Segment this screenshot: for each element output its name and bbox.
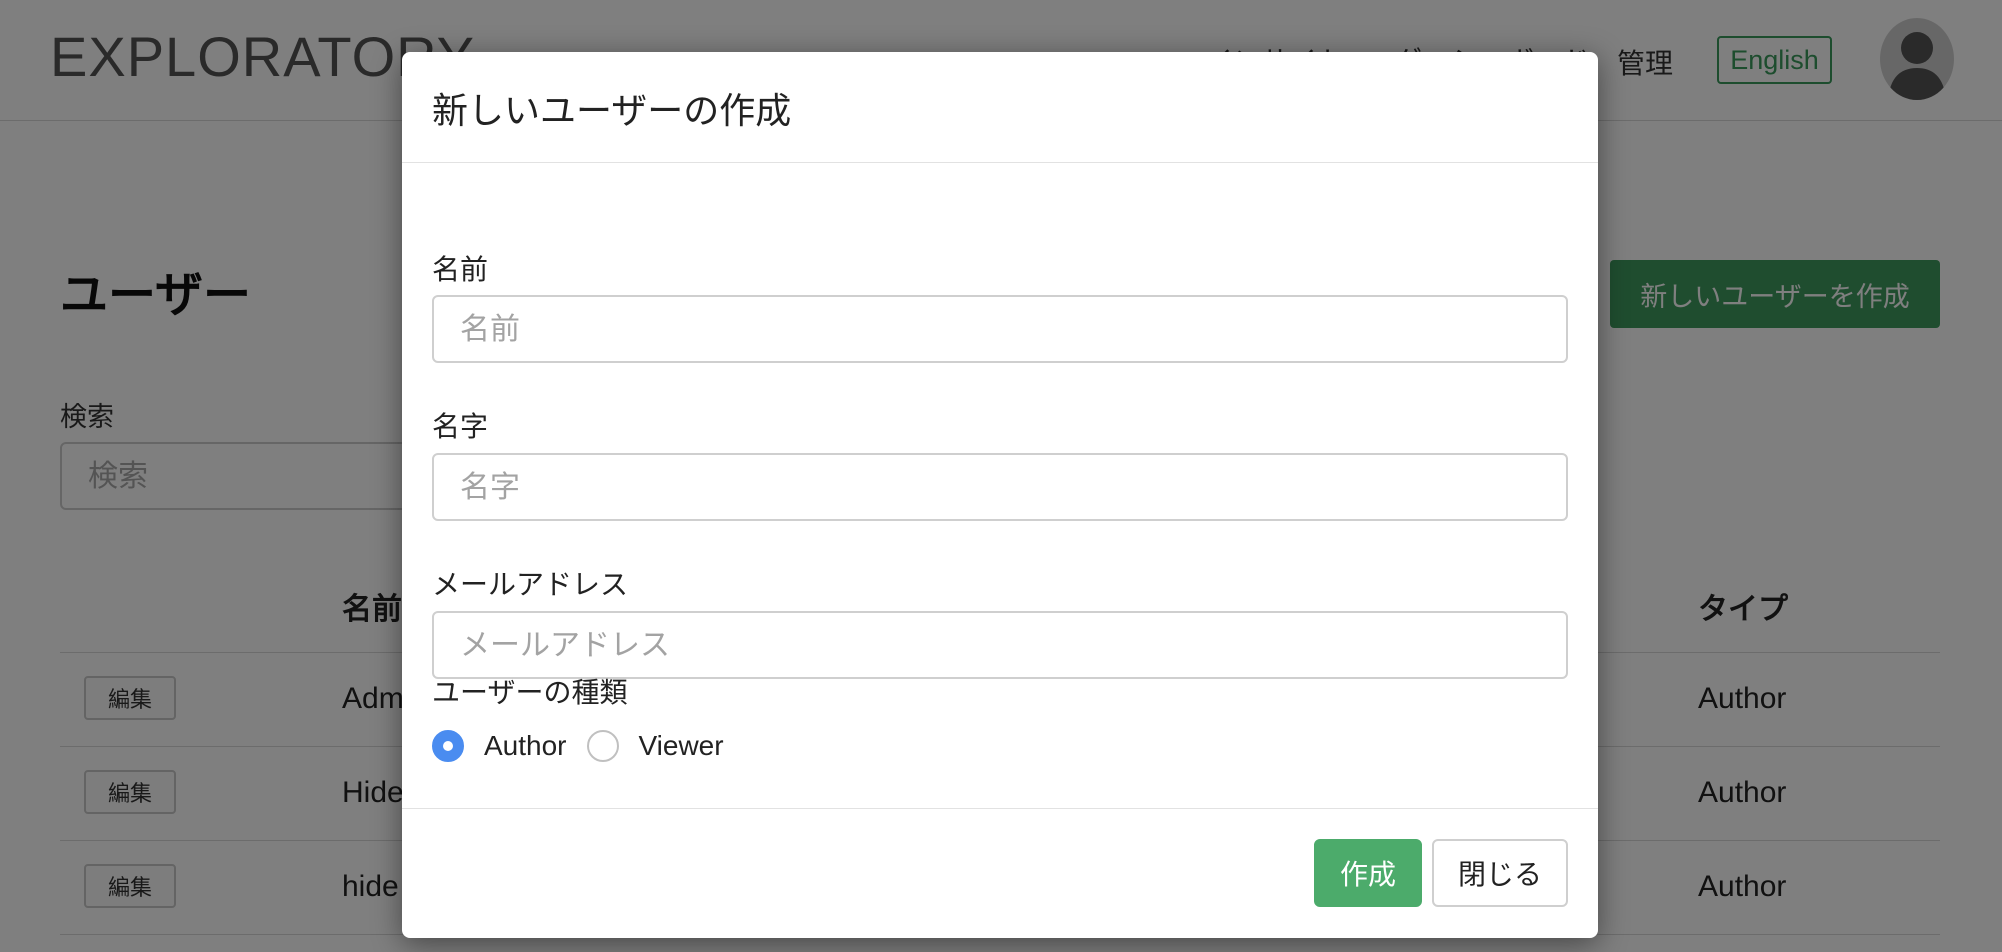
- author-radio-label[interactable]: Author: [484, 730, 567, 762]
- first-name-label: 名前: [432, 253, 489, 286]
- email-field[interactable]: [432, 611, 1568, 679]
- viewer-radio-label[interactable]: Viewer: [639, 730, 724, 762]
- modal-title: 新しいユーザーの作成: [432, 91, 792, 132]
- close-button[interactable]: 閉じる: [1432, 839, 1568, 907]
- modal-footer: 作成 閉じる: [402, 808, 1598, 938]
- modal-header: 新しいユーザーの作成: [402, 52, 1598, 163]
- last-name-label: 名字: [432, 410, 489, 443]
- email-label: メールアドレス: [432, 568, 629, 601]
- author-radio[interactable]: [432, 730, 464, 762]
- create-button[interactable]: 作成: [1314, 839, 1422, 907]
- user-type-radio-group: Author Viewer: [432, 726, 744, 766]
- viewer-radio[interactable]: [586, 730, 619, 762]
- first-name-field[interactable]: [432, 295, 1568, 363]
- last-name-field[interactable]: [432, 453, 1568, 521]
- user-type-label: ユーザーの種類: [432, 676, 628, 709]
- create-user-modal: 新しいユーザーの作成 名前 名字 メールアドレス ユーザーの種類 Author …: [402, 52, 1598, 938]
